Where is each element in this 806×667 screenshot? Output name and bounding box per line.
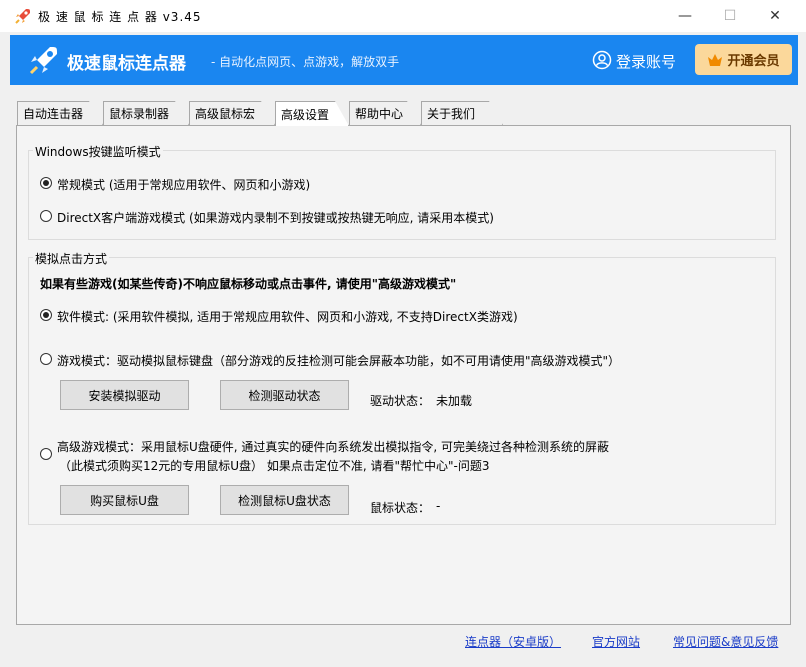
radio-game-mode[interactable] [40, 353, 52, 365]
user-icon[interactable] [592, 50, 612, 70]
header-banner: 极速鼠标连点器 - 自动化点网页、点游戏，解放双手 登录账号 开通会员 [10, 35, 798, 85]
tab-label: 高级鼠标宏 [195, 107, 256, 121]
tab-auto-clicker[interactable]: 自动连击器 [17, 101, 103, 125]
window-title: 极 速 鼠 标 连 点 器 v3.45 [38, 10, 202, 24]
tab-mouse-recorder[interactable]: 鼠标录制器 [103, 101, 189, 125]
radio-advanced-game-mode[interactable] [40, 448, 52, 460]
tab-label: 高级设置 [281, 107, 330, 122]
vip-button-label: 开通会员 [727, 54, 780, 69]
faq-feedback-link[interactable]: 常见问题&意见反馈 [673, 633, 778, 650]
tab-label: 自动连击器 [23, 107, 84, 121]
crown-icon [708, 53, 723, 66]
maximize-button[interactable]: ☐ [707, 0, 753, 32]
game-mode-label[interactable]: 游戏模式：驱动模拟鼠标键盘（部分游戏的反挂检测可能会屏蔽本功能，如不可用请使用"… [57, 352, 620, 369]
radio-normal-mode[interactable] [40, 177, 52, 189]
minimize-button[interactable]: — [662, 0, 708, 32]
driver-status-label: 驱动状态： [370, 394, 431, 408]
close-button[interactable]: ✕ [752, 0, 798, 32]
click-mode-legend: 模拟点击方式 [33, 250, 110, 267]
vip-button[interactable]: 开通会员 [695, 44, 792, 75]
radio-software-mode[interactable] [40, 309, 52, 321]
listen-mode-legend: Windows按键监听模式 [33, 143, 163, 160]
tab-label: 帮助中心 [355, 107, 404, 121]
advanced-mode-note: （此模式须购买12元的专用鼠标U盘） 如果点击定位不准, 请看"帮忙中心"-问题… [59, 459, 490, 473]
brand-name: 极速鼠标连点器 [67, 54, 186, 74]
usb-status-label: 鼠标状态： [370, 501, 431, 515]
title-bar: 极 速 鼠 标 连 点 器 v3.45 — ☐ ✕ [0, 0, 806, 32]
software-mode-label[interactable]: 软件模式: (采用软件模拟, 适用于常规应用软件、网页和小游戏, 不支持Dire… [57, 308, 518, 325]
listen-mode-group [28, 150, 776, 240]
check-driver-button[interactable]: 检测驱动状态 [220, 380, 349, 410]
radio-directx-mode[interactable] [40, 210, 52, 222]
slogan: - 自动化点网页、点游戏，解放双手 [211, 55, 400, 69]
login-link[interactable]: 登录账号 [616, 51, 676, 72]
buy-usb-button[interactable]: 购买鼠标U盘 [60, 485, 189, 515]
tab-advanced-settings[interactable]: 高级设置 [275, 101, 349, 126]
android-version-link[interactable]: 连点器（安卓版） [465, 633, 561, 650]
driver-status-value: 未加载 [436, 394, 473, 408]
directx-mode-label[interactable]: DirectX客户端游戏模式 (如果游戏内录制不到按键或按热键无响应, 请采用本… [57, 209, 494, 226]
game-mode-notice: 如果有些游戏(如某些传奇)不响应鼠标移动或点击事件, 请使用"高级游戏模式" [40, 277, 457, 291]
tab-about[interactable]: 关于我们 [421, 101, 503, 125]
check-usb-button[interactable]: 检测鼠标U盘状态 [220, 485, 349, 515]
normal-mode-label[interactable]: 常规模式 (适用于常规应用软件、网页和小游戏) [57, 176, 310, 193]
official-site-link[interactable]: 官方网站 [592, 633, 640, 650]
advanced-mode-label[interactable]: 高级游戏模式：采用鼠标U盘硬件, 通过真实的硬件向系统发出模拟指令, 可完美绕过… [57, 438, 609, 455]
rocket-logo-icon [29, 47, 57, 75]
tab-help-center[interactable]: 帮助中心 [349, 101, 421, 125]
rocket-app-icon [15, 9, 30, 24]
tab-mouse-macro[interactable]: 高级鼠标宏 [189, 101, 275, 125]
tab-label: 关于我们 [427, 107, 476, 121]
install-driver-button[interactable]: 安装模拟驱动 [60, 380, 189, 410]
usb-status-value: - [436, 499, 441, 513]
tab-label: 鼠标录制器 [109, 107, 170, 121]
